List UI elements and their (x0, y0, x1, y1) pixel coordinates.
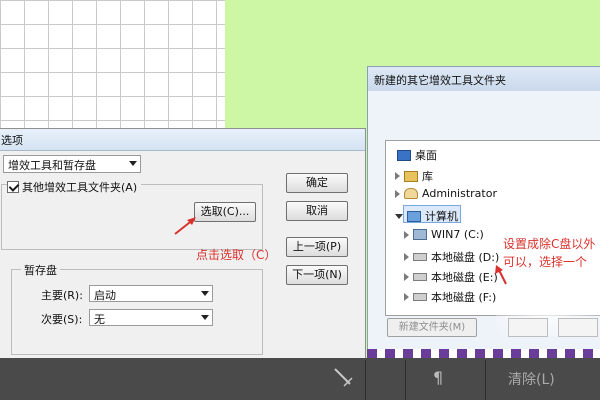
preferences-dialog: 选项 增效工具和暂存盘 其他增效工具文件夹(A) 选取(C)... 暂存盘 主要… (0, 128, 366, 360)
collapse-arrow-icon[interactable] (395, 213, 403, 219)
tree-item-label: WIN7 (C:) (431, 228, 484, 241)
section-dropdown-value: 增效工具和暂存盘 (8, 159, 96, 172)
clear-button[interactable]: 清除(L) (508, 369, 555, 389)
tree-item-drive-f[interactable]: 本地磁盘 (F:) (404, 289, 496, 305)
computer-icon (407, 210, 421, 222)
new-folder-button[interactable]: 新建文件夹(M) (387, 318, 477, 337)
tree-item-label: 库 (422, 170, 433, 183)
drive-hint-annotation-line2: 可以，选择一个 (503, 255, 588, 269)
taskbar-strip (367, 349, 600, 358)
tree-item-label: 计算机 (425, 210, 458, 223)
section-dropdown[interactable]: 增效工具和暂存盘 (3, 155, 141, 173)
expand-arrow-icon[interactable] (395, 189, 400, 198)
divider (485, 360, 486, 400)
previous-button[interactable]: 上一项(P) (286, 237, 348, 257)
folder-ok-button[interactable] (508, 318, 548, 337)
choose-button[interactable]: 选取(C)... (194, 202, 256, 222)
folder-cancel-button[interactable] (558, 318, 598, 337)
cancel-button[interactable]: 取消 (286, 201, 348, 221)
expand-arrow-icon[interactable] (395, 172, 400, 180)
primary-label: 主要(R): (41, 289, 83, 302)
pen-tool-icon[interactable] (332, 366, 354, 388)
ok-button[interactable]: 确定 (286, 173, 348, 193)
browse-folder-titlebar: 新建的其它增效工具文件夹 (368, 67, 600, 91)
chevron-down-icon (201, 291, 209, 296)
tree-item-label: 本地磁盘 (F:) (431, 291, 497, 304)
preferences-titlebar: 选项 (0, 129, 365, 151)
desktop-icon (397, 149, 411, 161)
tree-item-computer[interactable]: 计算机 (395, 208, 458, 224)
additional-plugins-checkbox[interactable] (7, 181, 19, 193)
secondary-label: 次要(S): (41, 313, 83, 326)
expand-arrow-icon[interactable] (404, 253, 409, 261)
click-choose-annotation: 点击选取（C） (196, 248, 277, 262)
divider (405, 360, 406, 400)
tree-item-drive-d[interactable]: 本地磁盘 (D:) (404, 249, 499, 265)
expand-arrow-icon[interactable] (404, 273, 409, 281)
expand-arrow-icon[interactable] (404, 230, 409, 239)
tree-item-desktop[interactable]: 桌面 (397, 147, 437, 163)
arrow-annotation-icon (174, 217, 196, 235)
system-drive-icon (413, 229, 427, 240)
disk-icon (413, 293, 427, 301)
divider (365, 360, 366, 400)
additional-plugins-checkbox-row[interactable]: 其他增效工具文件夹(A) (7, 179, 142, 195)
user-folder-icon (404, 188, 418, 199)
tree-item-label: Administrator (422, 187, 497, 200)
secondary-scratch-dropdown[interactable]: 无 (89, 309, 213, 326)
scratch-disks-legend: 暂存盘 (21, 262, 60, 278)
secondary-scratch-value: 无 (94, 313, 105, 326)
primary-scratch-value: 启动 (94, 289, 116, 302)
browse-folder-title: 新建的其它增效工具文件夹 (374, 74, 506, 87)
primary-scratch-dropdown[interactable]: 启动 (89, 285, 213, 302)
tree-item-administrator[interactable]: Administrator (395, 187, 497, 200)
tree-item-library[interactable]: 库 (395, 168, 433, 184)
disk-icon (413, 273, 427, 281)
canvas-grid (0, 0, 225, 130)
paragraph-icon[interactable]: ¶ (433, 368, 443, 387)
drive-hint-annotation: 设置成除C盘以外 (503, 237, 596, 251)
library-icon (404, 170, 418, 182)
disk-icon (413, 253, 427, 261)
tree-item-label: 桌面 (415, 149, 437, 162)
tree-item-label: 本地磁盘 (D:) (431, 251, 500, 264)
chevron-down-icon (201, 315, 209, 320)
tree-item-drive-e[interactable]: 本地磁盘 (E:) (404, 269, 498, 285)
next-button[interactable]: 下一项(N) (286, 265, 348, 285)
dialog-title: 选项 (1, 134, 23, 147)
expand-arrow-icon[interactable] (404, 293, 409, 301)
tree-item-label: 本地磁盘 (E:) (431, 271, 498, 284)
additional-plugins-label: 其他增效工具文件夹(A) (22, 181, 138, 194)
tree-item-drive-c[interactable]: WIN7 (C:) (404, 228, 484, 241)
chevron-down-icon (129, 161, 137, 166)
